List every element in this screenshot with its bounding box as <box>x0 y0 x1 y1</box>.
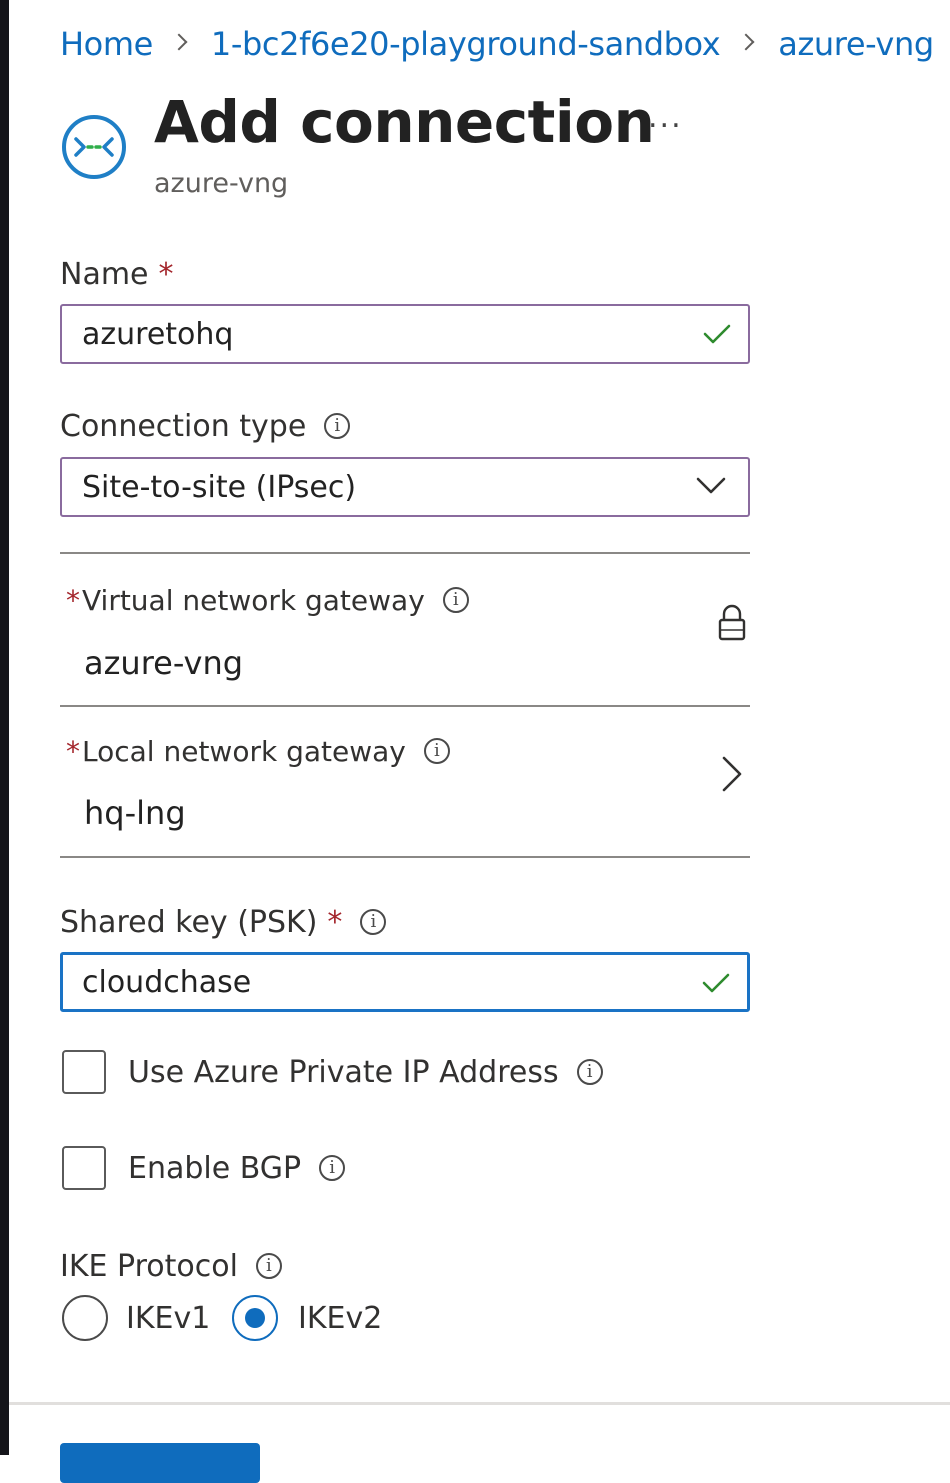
required-asterisk: * <box>158 256 174 292</box>
chevron-right-icon <box>170 33 188 51</box>
enable-bgp-checkbox[interactable] <box>62 1146 106 1190</box>
connection-type-label-text: Connection type <box>60 408 307 444</box>
required-asterisk: * <box>66 734 80 768</box>
breadcrumb-gateway[interactable]: azure-vng <box>778 25 934 63</box>
connection-icon <box>62 115 126 179</box>
info-icon[interactable]: i <box>360 909 387 935</box>
connection-type-label: Connection type i <box>60 406 351 446</box>
name-input-value: azuretohq <box>82 316 234 352</box>
ikev2-radio[interactable] <box>232 1295 278 1341</box>
virtual-network-gateway-label-text: Virtual network gateway <box>82 583 425 617</box>
shared-key-value: cloudchase <box>82 964 252 1000</box>
enable-bgp-label: Enable BGP i <box>128 1146 346 1190</box>
chevron-down-icon <box>696 477 726 494</box>
info-icon[interactable]: i <box>255 1253 282 1279</box>
chevron-right-icon[interactable] <box>718 754 746 794</box>
footer-divider <box>9 1402 950 1405</box>
ikev1-radio[interactable] <box>62 1295 108 1341</box>
name-label: Name * <box>60 254 174 294</box>
page-title: Add connection <box>154 88 655 156</box>
checkmark-icon <box>702 973 730 993</box>
breadcrumb-resource-group[interactable]: 1-bc2f6e20-playground-sandbox <box>211 25 721 63</box>
info-icon[interactable]: i <box>319 1155 346 1181</box>
enable-bgp-label-text[interactable]: Enable BGP <box>128 1151 301 1186</box>
connection-type-value: Site-to-site (IPsec) <box>82 469 357 505</box>
breadcrumb: Home 1-bc2f6e20-playground-sandbox azure… <box>60 22 934 66</box>
breadcrumb-home[interactable]: Home <box>60 25 153 63</box>
ike-protocol-label: IKE Protocol i <box>60 1244 282 1288</box>
primary-action-button[interactable] <box>60 1443 260 1483</box>
info-icon[interactable]: i <box>576 1059 603 1085</box>
use-private-ip-label: Use Azure Private IP Address i <box>128 1050 603 1094</box>
shared-key-input[interactable]: cloudchase <box>60 952 750 1012</box>
connection-type-select[interactable]: Site-to-site (IPsec) <box>60 457 750 517</box>
lock-icon <box>718 604 746 641</box>
use-private-ip-label-text[interactable]: Use Azure Private IP Address <box>128 1055 559 1090</box>
ikev2-label[interactable]: IKEv2 <box>298 1296 382 1340</box>
name-label-text: Name <box>60 256 149 292</box>
info-icon[interactable]: i <box>324 413 351 439</box>
use-private-ip-checkbox[interactable] <box>62 1050 106 1094</box>
ike-protocol-label-text: IKE Protocol <box>60 1248 238 1284</box>
name-input[interactable]: azuretohq <box>60 304 750 364</box>
required-asterisk: * <box>327 904 343 940</box>
local-network-gateway-value[interactable]: hq-lng <box>84 794 186 832</box>
divider <box>60 856 750 858</box>
page-subtitle: azure-vng <box>154 168 289 199</box>
local-network-gateway-label-text: Local network gateway <box>82 734 406 768</box>
divider <box>60 552 750 554</box>
ikev1-label[interactable]: IKEv1 <box>126 1296 210 1340</box>
divider <box>60 705 750 707</box>
more-options-button[interactable]: ... <box>648 100 683 135</box>
info-icon[interactable]: i <box>423 738 450 764</box>
shared-key-label: Shared key (PSK) * i <box>60 900 387 944</box>
left-edge <box>0 0 9 1455</box>
local-network-gateway-label: * Local network gateway i <box>66 731 450 771</box>
required-asterisk: * <box>66 583 80 617</box>
info-icon[interactable]: i <box>442 587 469 613</box>
virtual-network-gateway-value: azure-vng <box>84 644 244 682</box>
checkmark-icon <box>703 324 731 344</box>
chevron-right-icon <box>737 33 755 51</box>
virtual-network-gateway-label: * Virtual network gateway i <box>66 580 469 620</box>
shared-key-label-text: Shared key (PSK) <box>60 904 318 940</box>
